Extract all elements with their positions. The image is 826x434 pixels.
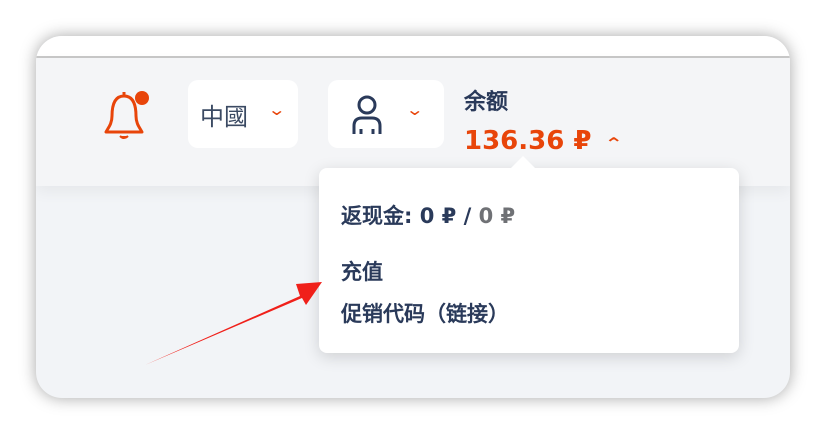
red-arrow-annotation [145, 282, 322, 365]
